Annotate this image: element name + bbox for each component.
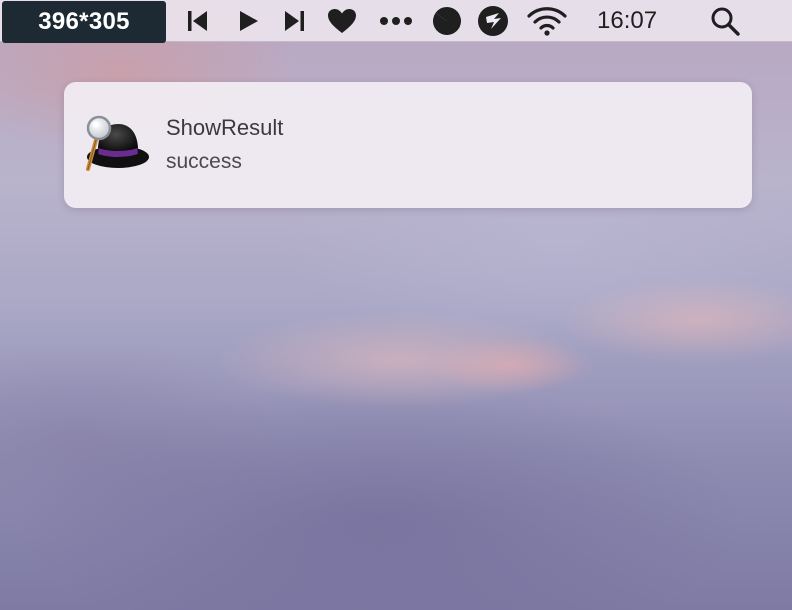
- search-icon[interactable]: [708, 5, 742, 37]
- desktop: 396*305 16:07 ShowResult success: [0, 0, 792, 610]
- circle-app-icon[interactable]: [430, 5, 464, 37]
- play-icon[interactable]: [234, 5, 262, 37]
- menu-bar-clock[interactable]: 16:07: [597, 5, 657, 37]
- app-logo-icon[interactable]: [476, 5, 510, 37]
- heart-icon[interactable]: [326, 5, 358, 37]
- notification-title: ShowResult: [166, 115, 284, 140]
- previous-track-icon[interactable]: [184, 5, 212, 37]
- notification-body: success: [166, 150, 242, 173]
- more-dots-icon[interactable]: [378, 5, 414, 37]
- menu-bar: 396*305 16:07: [0, 0, 792, 43]
- alfred-hat-icon: [82, 114, 150, 174]
- dimensions-badge: 396*305: [2, 1, 166, 43]
- wifi-icon[interactable]: [526, 5, 568, 37]
- notification-banner[interactable]: ShowResult success: [64, 82, 752, 208]
- next-track-icon[interactable]: [280, 5, 308, 37]
